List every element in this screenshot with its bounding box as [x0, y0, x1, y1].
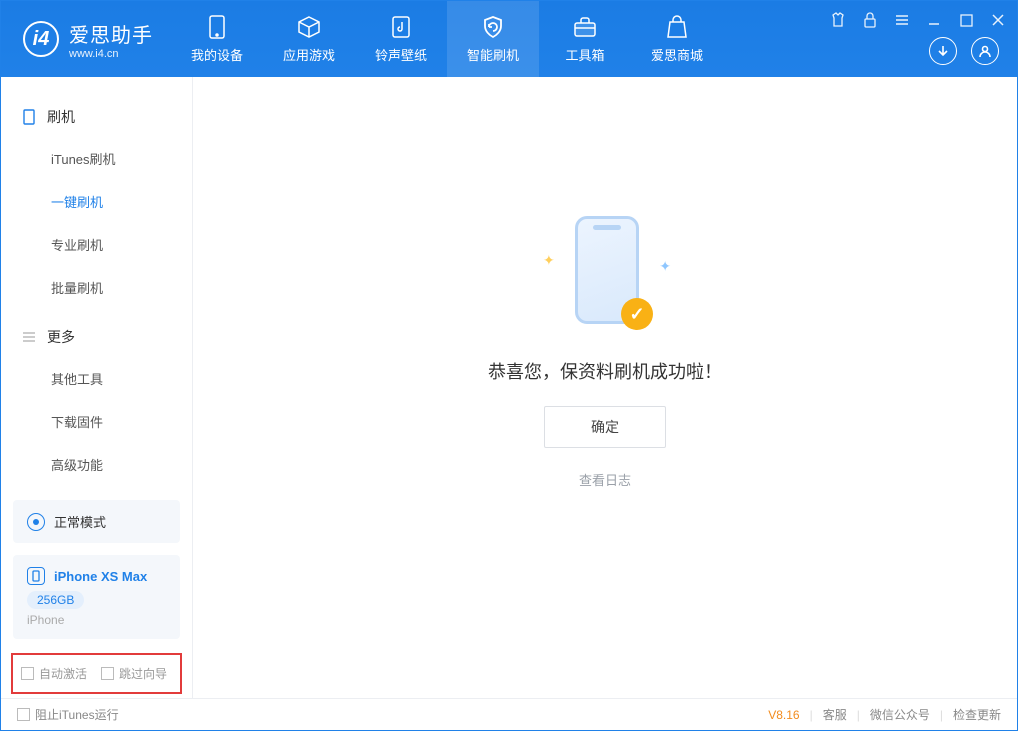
logo: i4 爱思助手 www.i4.cn [1, 1, 171, 77]
status-bar: 阻止iTunes运行 V8.16 | 客服 | 微信公众号 | 检查更新 [1, 698, 1017, 730]
sidebar-item-itunes-flash[interactable]: iTunes刷机 [1, 137, 192, 180]
user-button[interactable] [971, 37, 999, 65]
tab-my-device[interactable]: 我的设备 [171, 1, 263, 77]
footer-link-check-update[interactable]: 检查更新 [953, 706, 1001, 723]
success-message: 恭喜您，保资料刷机成功啦！ [488, 358, 722, 384]
success-illustration: ✓ ✦ ✦ [535, 206, 675, 336]
sidebar: 刷机 iTunes刷机 一键刷机 专业刷机 批量刷机 更多 其他工具 下载固件 … [1, 77, 193, 698]
toolbox-icon [573, 15, 597, 39]
sidebar-item-pro-flash[interactable]: 专业刷机 [1, 223, 192, 266]
section-title: 更多 [47, 327, 75, 347]
sparkle-icon: ✦ [543, 252, 555, 269]
minimize-button[interactable] [923, 9, 945, 31]
device-card[interactable]: iPhone XS Max 256GB iPhone [13, 555, 180, 639]
refresh-shield-icon [481, 15, 505, 39]
app-name: 爱思助手 [69, 19, 153, 48]
separator: | [857, 708, 860, 722]
menu-icon[interactable] [891, 9, 913, 31]
tab-ringtones-wallpapers[interactable]: 铃声壁纸 [355, 1, 447, 77]
cube-icon [297, 15, 321, 39]
phone-small-icon [21, 109, 37, 125]
highlighted-checkbox-area: 自动激活 跳过向导 [11, 653, 182, 694]
app-body: 刷机 iTunes刷机 一键刷机 专业刷机 批量刷机 更多 其他工具 下载固件 … [1, 77, 1017, 698]
view-log-link[interactable]: 查看日志 [579, 470, 631, 489]
sidebar-item-advanced[interactable]: 高级功能 [1, 443, 192, 486]
checkbox-icon [101, 667, 114, 680]
device-type: iPhone [27, 613, 166, 627]
download-button[interactable] [929, 37, 957, 65]
tab-label: 智能刷机 [467, 45, 519, 64]
footer-right: V8.16 | 客服 | 微信公众号 | 检查更新 [768, 706, 1001, 723]
tab-label: 应用游戏 [283, 45, 335, 64]
logo-text: 爱思助手 www.i4.cn [69, 19, 153, 60]
app-url: www.i4.cn [69, 48, 153, 60]
checkmark-badge-icon: ✓ [621, 298, 653, 330]
app-header: i4 爱思助手 www.i4.cn 我的设备 应用游戏 铃声壁纸 智能刷机 工具… [1, 1, 1017, 77]
device-small-icon [27, 567, 45, 585]
sidebar-section-more: 更多 其他工具 下载固件 高级功能 [1, 317, 192, 494]
list-icon [21, 329, 37, 345]
sidebar-item-oneclick-flash[interactable]: 一键刷机 [1, 180, 192, 223]
device-storage-badge: 256GB [27, 591, 84, 609]
tshirt-icon[interactable] [827, 9, 849, 31]
sidebar-item-download-firmware[interactable]: 下载固件 [1, 400, 192, 443]
device-icon [205, 15, 229, 39]
header-tabs: 我的设备 应用游戏 铃声壁纸 智能刷机 工具箱 爱思商城 [171, 1, 723, 77]
main-content: ✓ ✦ ✦ 恭喜您，保资料刷机成功啦！ 确定 查看日志 [193, 77, 1017, 698]
checkbox-auto-activate[interactable]: 自动激活 [21, 665, 87, 682]
footer-link-support[interactable]: 客服 [823, 706, 847, 723]
sidebar-item-batch-flash[interactable]: 批量刷机 [1, 266, 192, 309]
maximize-button[interactable] [955, 9, 977, 31]
version-label: V8.16 [768, 708, 799, 722]
sidebar-section-flash: 刷机 iTunes刷机 一键刷机 专业刷机 批量刷机 [1, 97, 192, 317]
mode-label: 正常模式 [54, 512, 106, 531]
checkbox-label: 跳过向导 [119, 667, 167, 681]
sidebar-head-more: 更多 [1, 317, 192, 357]
checkbox-icon [17, 708, 30, 721]
close-button[interactable] [987, 9, 1009, 31]
window-controls [827, 9, 1009, 31]
checkbox-label: 阻止iTunes运行 [35, 708, 119, 722]
mode-dot-icon [27, 513, 45, 531]
checkbox-skip-guide[interactable]: 跳过向导 [101, 665, 167, 682]
sidebar-head-flash: 刷机 [1, 97, 192, 137]
ok-button[interactable]: 确定 [544, 406, 666, 448]
tab-apps-games[interactable]: 应用游戏 [263, 1, 355, 77]
separator: | [940, 708, 943, 722]
section-title: 刷机 [47, 107, 75, 127]
checkbox-label: 自动激活 [39, 667, 87, 681]
lock-icon[interactable] [859, 9, 881, 31]
checkbox-block-itunes[interactable]: 阻止iTunes运行 [17, 706, 119, 723]
tab-smart-flash[interactable]: 智能刷机 [447, 1, 539, 77]
footer-link-wechat[interactable]: 微信公众号 [870, 706, 930, 723]
checkbox-icon [21, 667, 34, 680]
sidebar-item-other-tools[interactable]: 其他工具 [1, 357, 192, 400]
header-action-circles [929, 37, 999, 65]
sparkle-icon: ✦ [659, 258, 671, 275]
tab-label: 我的设备 [191, 45, 243, 64]
logo-icon: i4 [23, 21, 59, 57]
tab-store[interactable]: 爱思商城 [631, 1, 723, 77]
bag-icon [665, 15, 689, 39]
mode-card[interactable]: 正常模式 [13, 500, 180, 543]
footer-left: 阻止iTunes运行 [17, 706, 119, 723]
music-file-icon [389, 15, 413, 39]
tab-label: 工具箱 [565, 45, 604, 64]
tab-toolbox[interactable]: 工具箱 [539, 1, 631, 77]
tab-label: 铃声壁纸 [375, 45, 427, 64]
separator: | [810, 708, 813, 722]
device-name: iPhone XS Max [54, 569, 147, 584]
tab-label: 爱思商城 [651, 45, 703, 64]
